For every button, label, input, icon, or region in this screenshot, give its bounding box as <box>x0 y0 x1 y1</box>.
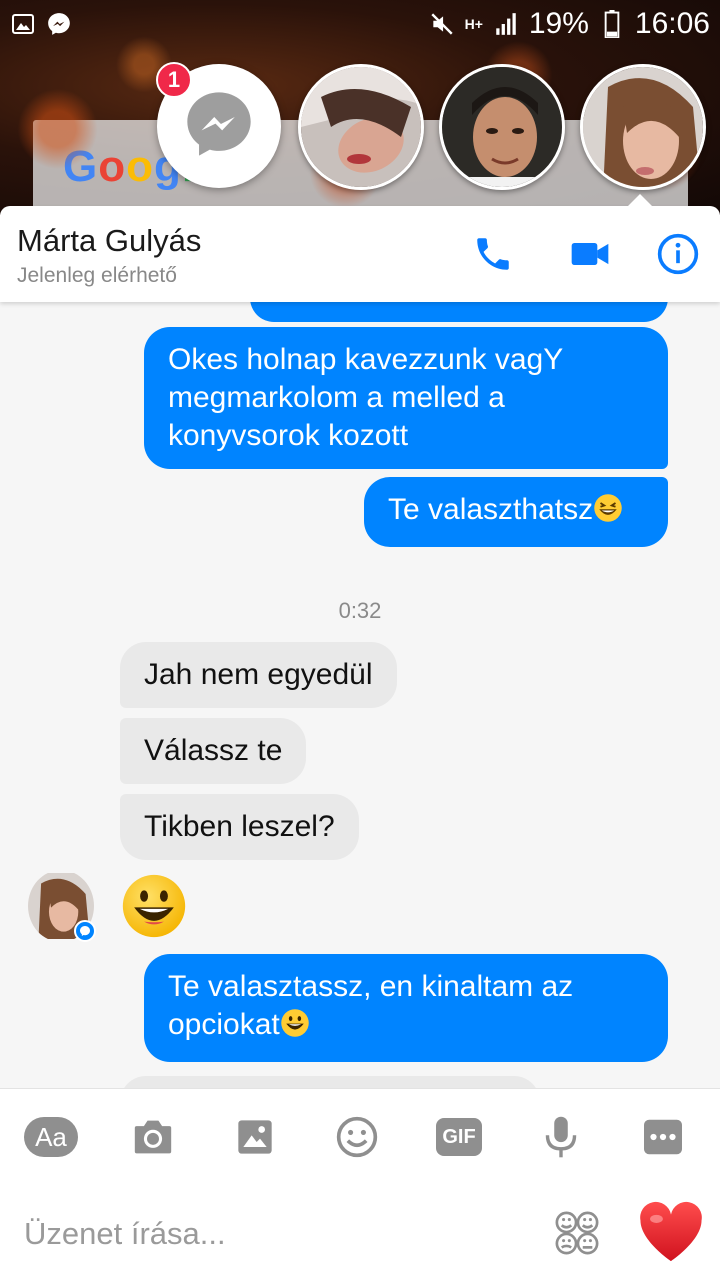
message-text: Te valasztassz, en kinaltam az opciokat <box>168 970 574 1041</box>
message-bubble-partial[interactable] <box>250 302 668 322</box>
message-text: Tikben leszel? <box>144 810 335 843</box>
clock: 16:06 <box>634 7 710 40</box>
contact-name[interactable]: Márta Gulyás <box>17 223 201 259</box>
sticker-button[interactable] <box>554 1210 600 1256</box>
chathead-contact-2[interactable] <box>439 64 565 190</box>
message-input[interactable] <box>24 1212 504 1256</box>
message-composer <box>0 1184 720 1280</box>
battery-percent: 19% <box>528 7 589 40</box>
heart-icon <box>640 1201 702 1262</box>
message-bubble-partial[interactable] <box>120 1076 540 1088</box>
sticker-faces-icon <box>555 1211 599 1255</box>
video-call-button[interactable] <box>568 232 612 276</box>
messenger-notification-icon <box>46 11 72 37</box>
voice-message-button[interactable] <box>534 1114 588 1160</box>
gif-button[interactable]: GIF <box>432 1114 486 1160</box>
messenger-badge-icon <box>74 920 96 942</box>
image-icon <box>238 1120 272 1154</box>
smiley-icon <box>336 1116 378 1158</box>
message-text: Okes holnap kavezzunk vagY megmarkolom a… <box>168 343 563 452</box>
message-bubble-incoming[interactable]: Tikben leszel? <box>120 794 359 860</box>
mute-icon <box>429 11 455 37</box>
contact-status: Jelenleg elérhető <box>17 264 177 287</box>
gallery-button[interactable] <box>228 1114 282 1160</box>
message-bubble-incoming[interactable]: Jah nem egyedül <box>120 642 397 708</box>
info-icon <box>657 233 699 275</box>
voice-call-button[interactable] <box>471 232 515 276</box>
grinning-squint-emoji-icon <box>593 493 623 533</box>
more-icon <box>644 1119 682 1155</box>
messenger-icon <box>181 86 257 167</box>
microphone-icon <box>545 1116 577 1158</box>
emoji-button[interactable] <box>330 1114 384 1160</box>
message-list[interactable]: Okes holnap kavezzunk vagY megmarkolom a… <box>0 302 720 1088</box>
message-bubble-outgoing[interactable]: Te valasztassz, en kinaltam az opciokat <box>144 954 668 1062</box>
battery-icon <box>599 10 625 38</box>
gallery-notification-icon <box>10 11 36 37</box>
message-text: Te valaszthatsz <box>388 493 594 526</box>
composer-toolbar: Aa GIF <box>0 1088 720 1184</box>
camera-icon <box>134 1120 172 1154</box>
conversation-info-button[interactable] <box>656 232 700 276</box>
chathead-contact-1[interactable] <box>298 64 424 190</box>
conversation-header: Márta Gulyás Jelenleg elérhető <box>0 206 720 302</box>
signal-icon <box>493 11 519 37</box>
chathead-marta-gulyas[interactable] <box>580 64 706 190</box>
text-format-button[interactable]: Aa <box>24 1114 78 1160</box>
message-bubble-incoming[interactable]: Válassz te <box>120 718 307 784</box>
aa-icon: Aa <box>24 1117 78 1157</box>
grinning-emoji-icon[interactable] <box>120 872 188 940</box>
phone-icon <box>477 238 509 270</box>
unread-badge: 1 <box>156 62 192 98</box>
more-options-button[interactable] <box>636 1114 690 1160</box>
video-camera-icon <box>571 243 609 265</box>
message-bubble-outgoing[interactable]: Te valaszthatsz <box>364 477 668 547</box>
message-text: Jah nem egyedül <box>144 658 373 691</box>
avatar <box>583 67 703 187</box>
network-type: H+ <box>464 16 483 32</box>
message-bubble-outgoing[interactable]: Okes holnap kavezzunk vagY megmarkolom a… <box>144 327 668 469</box>
message-text: Válassz te <box>144 734 283 767</box>
chathead-pointer <box>626 194 654 208</box>
avatar <box>301 67 421 187</box>
message-timestamp: 0:32 <box>338 598 382 623</box>
avatar <box>442 67 562 187</box>
grinning-emoji-icon <box>280 1008 310 1048</box>
gif-icon: GIF <box>436 1118 482 1156</box>
camera-button[interactable] <box>126 1114 180 1160</box>
status-bar: H+ 19% 16:06 <box>0 0 720 48</box>
send-like-button[interactable] <box>636 1200 706 1264</box>
